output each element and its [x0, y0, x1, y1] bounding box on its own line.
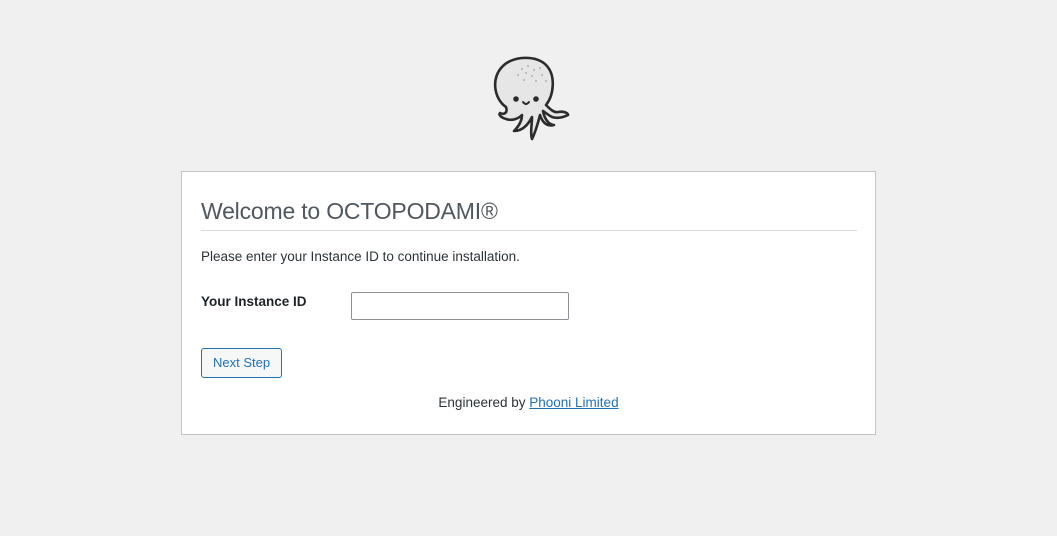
install-card: Welcome to OCTOPODAMI® Please enter your… [181, 171, 876, 435]
octopus-mascot-icon [488, 55, 572, 147]
page-title: Welcome to OCTOPODAMI® [201, 198, 498, 224]
intro-text: Please enter your Instance ID to continu… [201, 249, 520, 264]
footer-credit: Engineered by Phooni Limited [182, 395, 875, 410]
footer-prefix: Engineered by [438, 395, 526, 410]
title-divider [201, 230, 857, 231]
next-step-button[interactable]: Next Step [201, 348, 283, 378]
instance-id-label: Your Instance ID [201, 294, 307, 309]
phooni-limited-link[interactable]: Phooni Limited [529, 395, 618, 410]
instance-id-input[interactable] [351, 292, 569, 320]
